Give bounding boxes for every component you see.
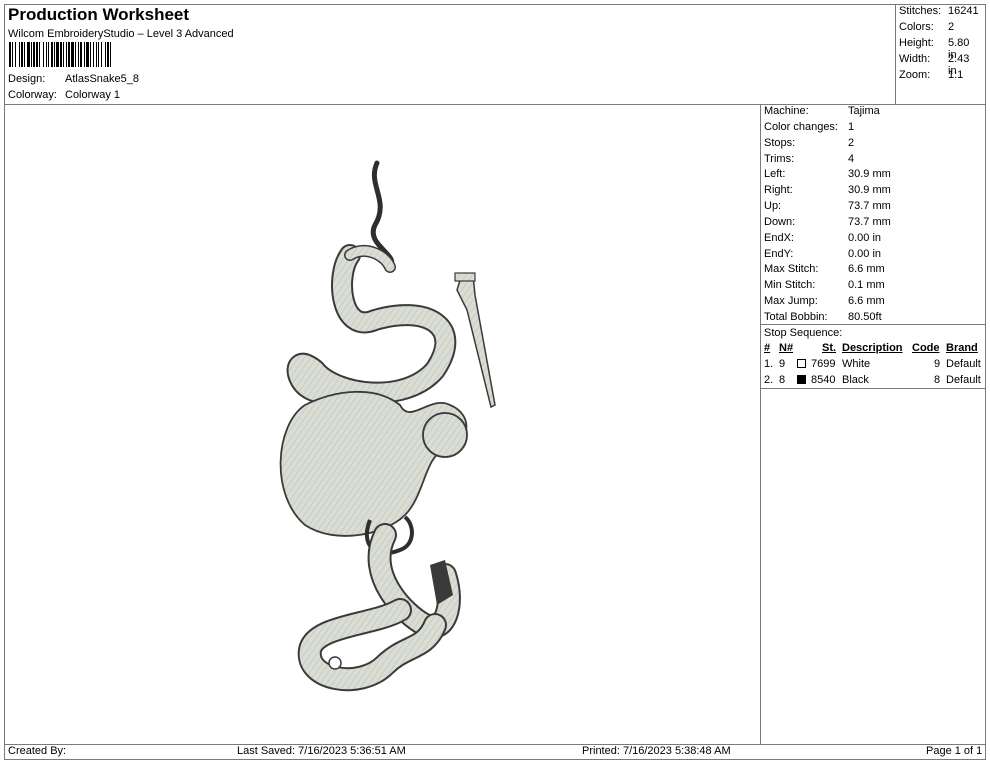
summary-divider	[895, 4, 896, 105]
col-header-brand: Brand	[946, 342, 978, 354]
stop-sequence-bottom-divider	[760, 388, 986, 389]
info-panel-divider	[760, 104, 761, 745]
color-changes-value: 1	[848, 121, 855, 133]
min-stitch-value: 0.1 mm	[848, 279, 885, 291]
trims-value: 4	[848, 153, 855, 165]
up-value: 73.7 mm	[848, 200, 891, 212]
color-swatch	[797, 375, 806, 384]
zoom-value: 1:1	[948, 69, 964, 81]
height-label: Height:	[899, 37, 934, 49]
left-value: 30.9 mm	[848, 168, 891, 180]
stitches-value: 16241	[948, 5, 979, 17]
col-header-description: Description	[842, 342, 903, 354]
endx-value: 0.00 in	[848, 232, 882, 244]
barcode-image	[9, 42, 196, 67]
page-title: Production Worksheet	[8, 5, 190, 24]
right-value: 30.9 mm	[848, 184, 891, 196]
design-label: Design:	[8, 73, 46, 85]
barcode-bar	[111, 42, 113, 67]
design-preview	[5, 105, 760, 744]
color-changes-label: Color changes:	[764, 121, 838, 133]
color-swatch	[797, 359, 806, 368]
row-stitches: 8540	[811, 374, 836, 386]
page-number: Page 1 of 1	[926, 745, 983, 757]
col-header-stitches: St.	[822, 342, 837, 354]
stop-sequence-divider	[760, 324, 986, 325]
endy-value: 0.00 in	[848, 248, 882, 260]
row-description: Black	[842, 374, 869, 386]
row-brand: Default	[946, 358, 981, 370]
colors-value: 2	[948, 21, 955, 33]
created-by: Created By:	[8, 745, 67, 757]
stitches-label: Stitches:	[899, 5, 942, 17]
row-code: 8	[934, 374, 941, 386]
endy-label: EndY:	[764, 248, 794, 260]
max-jump-label: Max Jump:	[764, 295, 818, 307]
row-stitches: 7699	[811, 358, 836, 370]
stops-value: 2	[848, 137, 855, 149]
left-label: Left:	[764, 168, 786, 180]
embroidery-design-image	[279, 160, 496, 692]
design-value: AtlasSnake5_8	[65, 73, 139, 85]
software-name: Wilcom EmbroideryStudio – Level 3 Advanc…	[8, 28, 234, 40]
machine-value: Tajima	[848, 105, 880, 117]
down-value: 73.7 mm	[848, 216, 891, 228]
row-needle: 8	[779, 374, 786, 386]
row-num: 2.	[764, 374, 774, 386]
down-label: Down:	[764, 216, 796, 228]
col-header-num: #	[764, 342, 771, 354]
last-saved: Last Saved: 7/16/2023 5:36:51 AM	[237, 745, 406, 757]
up-label: Up:	[764, 200, 782, 212]
right-label: Right:	[764, 184, 793, 196]
colorway-value: Colorway 1	[65, 89, 121, 101]
width-label: Width:	[899, 53, 931, 65]
trims-label: Trims:	[764, 153, 795, 165]
endx-label: EndX:	[764, 232, 794, 244]
row-code: 9	[934, 358, 941, 370]
row-num: 1.	[764, 358, 774, 370]
footer-divider	[4, 744, 986, 745]
col-header-needle: N#	[779, 342, 794, 354]
stop-sequence-title: Stop Sequence:	[764, 327, 843, 339]
col-header-code: Code	[912, 342, 940, 354]
min-stitch-label: Min Stitch:	[764, 279, 816, 291]
printed-date: Printed: 7/16/2023 5:38:48 AM	[582, 745, 731, 757]
row-needle: 9	[779, 358, 786, 370]
row-brand: Default	[946, 374, 981, 386]
row-description: White	[842, 358, 871, 370]
max-jump-value: 6.6 mm	[848, 295, 885, 307]
machine-label: Machine:	[764, 105, 809, 117]
max-stitch-value: 6.6 mm	[848, 263, 885, 275]
max-stitch-label: Max Stitch:	[764, 263, 819, 275]
zoom-label: Zoom:	[899, 69, 931, 81]
stops-label: Stops:	[764, 137, 796, 149]
total-bobbin-label: Total Bobbin:	[764, 311, 828, 323]
colors-label: Colors:	[899, 21, 934, 33]
total-bobbin-value: 80.50ft	[848, 311, 882, 323]
colorway-label: Colorway:	[8, 89, 57, 101]
